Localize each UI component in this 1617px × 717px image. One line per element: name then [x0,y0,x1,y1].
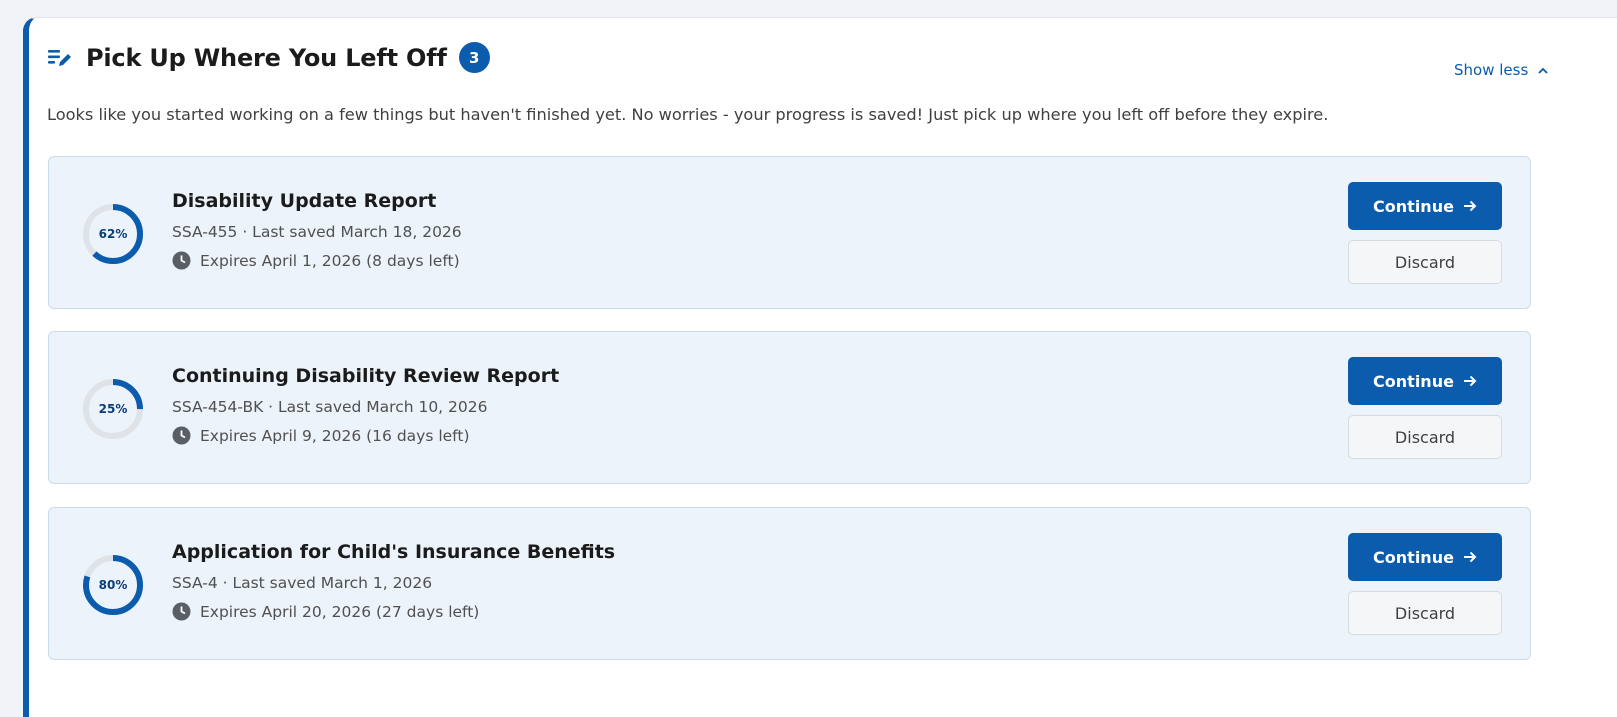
expiry-info: Expires April 20, 2026 (27 days left) [172,602,479,621]
progress-label: 80% [98,578,128,592]
expiry-text: Expires April 9, 2026 (16 days left) [200,426,470,445]
discard-button[interactable]: Discard [1348,415,1502,459]
count-badge: 3 [458,42,490,73]
form-meta: SSA-455 · Last saved March 18, 2026 [172,223,462,241]
chevron-up-icon [1538,67,1548,74]
form-meta: SSA-4 · Last saved March 1, 2026 [172,574,433,592]
arrow-right-icon [1463,375,1477,387]
section-subtitle: Looks like you started working on a few … [47,105,1329,124]
progress-label: 25% [98,402,128,416]
continue-label: Continue [1373,196,1454,216]
section-title: Pick Up Where You Left Off [86,43,447,72]
progress-ring: 80% [81,553,145,617]
progress-ring: 25% [81,377,145,441]
expiry-text: Expires April 20, 2026 (27 days left) [200,602,480,621]
discard-button[interactable]: Discard [1348,240,1502,284]
show-less-toggle[interactable]: Show less [1454,61,1548,79]
arrow-right-icon [1463,551,1477,563]
draft-card-1: 62% Disability Update Report SSA-455 · L… [48,156,1531,309]
expiry-info: Expires April 9, 2026 (16 days left) [172,426,470,445]
draft-card-2: 25% Continuing Disability Review Report … [48,331,1531,484]
form-title: Application for Child's Insurance Benefi… [172,541,616,563]
continue-label: Continue [1373,547,1454,567]
form-title: Disability Update Report [172,190,437,212]
show-less-label: Show less [1454,61,1529,79]
clock-icon [172,251,191,270]
continue-button[interactable]: Continue [1348,533,1502,581]
clock-icon [172,602,191,621]
expiry-info: Expires April 1, 2026 (8 days left) [172,251,460,270]
edit-list-icon [47,47,73,69]
progress-label: 62% [98,227,128,241]
section-header: Pick Up Where You Left Off 3 [47,42,490,73]
clock-icon [172,426,191,445]
continue-label: Continue [1373,371,1454,391]
continue-button[interactable]: Continue [1348,357,1502,405]
form-title: Continuing Disability Review Report [172,365,560,387]
draft-card-3: 80% Application for Child's Insurance Be… [48,507,1531,660]
progress-ring: 62% [81,202,145,266]
discard-button[interactable]: Discard [1348,591,1502,635]
form-meta: SSA-454-BK · Last saved March 10, 2026 [172,398,488,416]
expiry-text: Expires April 1, 2026 (8 days left) [200,251,460,270]
arrow-right-icon [1463,200,1477,212]
continue-button[interactable]: Continue [1348,182,1502,230]
